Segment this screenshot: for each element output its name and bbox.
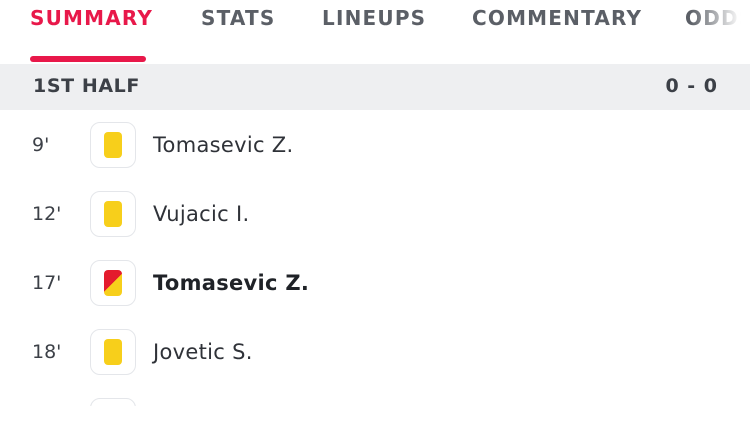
event-list: 9' Tomasevic Z. 12' Vujacic I. 17' Tomas… <box>0 110 750 406</box>
tab-odds[interactable]: ODDS <box>685 6 750 30</box>
second-yellow-red-card-icon <box>104 270 122 296</box>
tab-stats[interactable]: STATS <box>201 6 275 30</box>
section-score: 0 - 0 <box>665 75 718 97</box>
yellow-card-icon <box>104 201 122 227</box>
active-tab-indicator <box>30 56 146 62</box>
section-header-first-half: 1ST HALF 0 - 0 <box>0 64 750 110</box>
event-row[interactable]: 18' Jovetic S. <box>0 317 750 386</box>
tab-lineups[interactable]: LINEUPS <box>322 6 426 30</box>
event-player-name[interactable]: Tomasevic Z. <box>153 271 309 295</box>
event-row[interactable]: 17' Tomasevic Z. <box>0 248 750 317</box>
event-minute: 17' <box>32 272 62 294</box>
card-icon-box <box>90 191 136 237</box>
event-player-name[interactable]: Jovetic S. <box>153 340 253 364</box>
event-row-partial <box>0 386 750 406</box>
tab-commentary[interactable]: COMMENTARY <box>472 6 642 30</box>
event-player-name[interactable]: Tomasevic Z. <box>153 133 293 157</box>
event-minute: 12' <box>32 203 62 225</box>
event-minute: 18' <box>32 341 62 363</box>
event-row[interactable]: 12' Vujacic I. <box>0 179 750 248</box>
tab-summary[interactable]: SUMMARY <box>30 6 153 30</box>
event-minute: 9' <box>32 134 50 156</box>
yellow-card-icon <box>104 339 122 365</box>
card-icon-box <box>90 398 136 406</box>
section-title: 1ST HALF <box>33 75 140 97</box>
event-row[interactable]: 9' Tomasevic Z. <box>0 110 750 179</box>
card-icon-box <box>90 329 136 375</box>
event-player-name[interactable]: Vujacic I. <box>153 202 249 226</box>
card-icon-box <box>90 122 136 168</box>
card-icon-box <box>90 260 136 306</box>
match-tabs: SUMMARY STATS LINEUPS COMMENTARY ODDS <box>0 0 750 64</box>
yellow-card-icon <box>104 132 122 158</box>
